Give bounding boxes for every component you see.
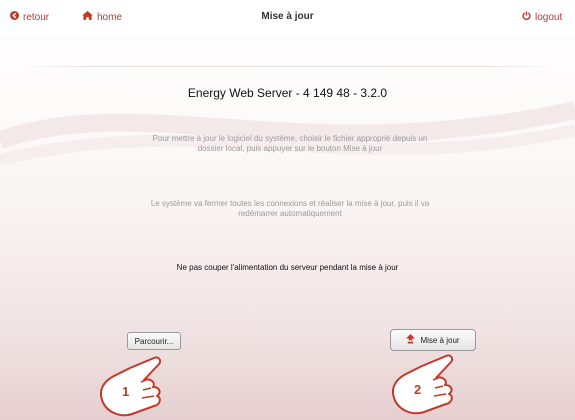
header-divider xyxy=(18,66,558,67)
power-icon xyxy=(522,11,531,23)
instruction-line-2: dossier local, puis appuyer sur le bouto… xyxy=(197,144,383,153)
top-navigation-bar: retour home Mise à jour logout xyxy=(0,0,575,36)
update-label: Mise à jour xyxy=(420,335,460,345)
step-2-number: 2 xyxy=(414,382,421,397)
notice-text: Le système va fermer toutes les connexio… xyxy=(130,199,450,219)
notice-line-2: redémarrer automatiquement xyxy=(238,209,342,218)
notice-line-1: Le système va fermer toutes les connexio… xyxy=(150,199,430,208)
hand-pointer-icon-step-1: 1 xyxy=(100,356,162,417)
hand-pointer-icon-step-2: 2 xyxy=(392,354,454,415)
instruction-line-1: Pour mettre à jour le logiciel du systèm… xyxy=(152,134,428,143)
page-title: Mise à jour xyxy=(261,11,314,22)
power-warning: Ne pas couper l'alimentation du serveur … xyxy=(176,263,399,272)
logout-label: logout xyxy=(535,11,563,23)
browse-button[interactable]: Parcourir... xyxy=(127,332,181,350)
update-button[interactable]: Mise à jour xyxy=(390,329,476,351)
server-name: Energy Web Server - 4 149 48 - 3.2.0 xyxy=(187,86,388,100)
logout-link[interactable]: logout xyxy=(522,11,562,23)
upload-arrow-icon xyxy=(406,334,416,346)
step-1-number: 1 xyxy=(122,384,129,399)
browse-label: Parcourir... xyxy=(134,336,174,346)
instruction-text: Pour mettre à jour le logiciel du systèm… xyxy=(130,134,450,154)
